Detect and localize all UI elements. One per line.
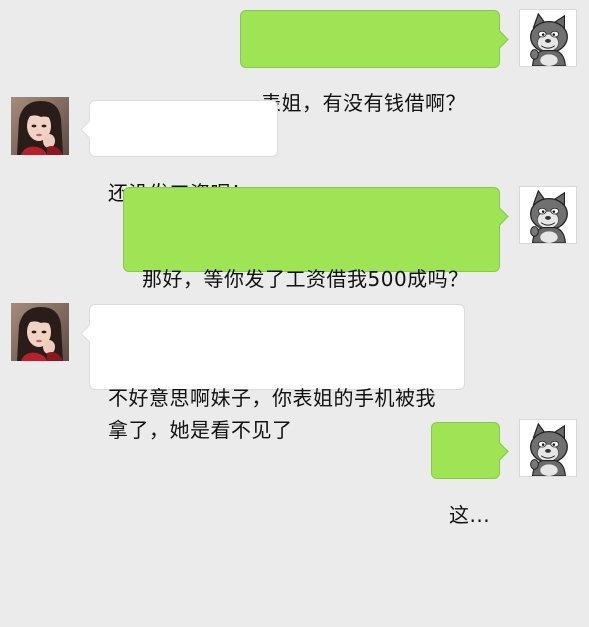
message-bubble[interactable]: 表姐，有没有钱借啊？ xyxy=(240,10,509,115)
cat-avatar[interactable] xyxy=(519,419,577,477)
message-text: 那好，等你发了工资借我500成吗？ xyxy=(142,267,469,291)
message-text: 这... xyxy=(449,503,491,527)
message-bubble[interactable]: 那好，等你发了工资借我500成吗？ xyxy=(123,187,509,291)
message-text: 不好意思啊妹子，你表姐的手机被我拿了，她是看不见了 xyxy=(108,386,436,442)
girl-avatar[interactable] xyxy=(11,97,69,155)
message-bubble[interactable]: 这... xyxy=(431,422,509,527)
cat-avatar[interactable] xyxy=(519,186,577,244)
cat-avatar[interactable] xyxy=(519,9,577,67)
girl-avatar[interactable] xyxy=(11,303,69,361)
message-text: 表姐，有没有钱借啊？ xyxy=(261,91,466,115)
message-bubble[interactable]: 不好意思啊妹子，你表姐的手机被我拿了，她是看不见了 xyxy=(80,304,465,442)
message-bubble[interactable]: 还没发工资呢！ xyxy=(80,100,278,205)
